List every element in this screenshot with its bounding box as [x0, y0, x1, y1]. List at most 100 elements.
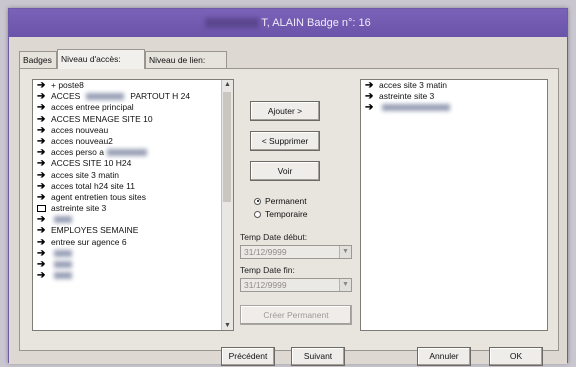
scroll-down-icon[interactable]: ▼ — [224, 322, 231, 329]
tab-access-level[interactable]: Niveau d'accès: — [57, 49, 145, 69]
arrow-right-icon: ➔ — [365, 91, 374, 103]
tab-panel: ➔ + poste8 ➔ ACCES PARTOUT H 24 ➔ acces entree… — [19, 68, 559, 351]
arrow-right-icon: ➔ — [37, 214, 46, 226]
tab-link-level[interactable]: Niveau de lien: — [145, 51, 227, 68]
assigned-access-list[interactable]: ➔ acces site 3 matin ➔ astreinte site 3 ➔ — [360, 79, 548, 331]
redacted-text — [86, 93, 125, 101]
list-item[interactable]: ➔ acces site 3 matin — [361, 80, 547, 91]
radio-selected-icon — [254, 197, 261, 205]
arrow-right-icon: ➔ — [37, 124, 46, 136]
list-item-label: + poste8 — [51, 80, 84, 90]
tab-badges[interactable]: Badges — [19, 51, 57, 68]
chevron-down-icon[interactable]: ▼ — [339, 246, 351, 258]
scroll-thumb[interactable] — [223, 92, 231, 202]
scroll-up-icon[interactable]: ▲ — [224, 81, 231, 88]
permanent-label: Permanent — [265, 196, 307, 206]
list-item-suffix: PARTOUT H 24 — [130, 91, 191, 102]
list-item[interactable]: ➔ acces total h24 site 11 — [33, 181, 233, 192]
next-button[interactable]: Suivant — [291, 347, 345, 366]
list-item[interactable]: ➔ ACCES SITE 10 H24 — [33, 158, 233, 169]
redacted-text — [54, 249, 72, 257]
list-item-label: acces perso a — [51, 147, 104, 158]
list-item[interactable]: ➔ agent entretien tous sites — [33, 192, 233, 203]
list-item[interactable]: ➔ ACCES MENAGE SITE 10 — [33, 114, 233, 125]
cancel-button[interactable]: Annuler — [417, 347, 471, 366]
add-button[interactable]: Ajouter > — [250, 101, 320, 121]
list-item-label: ACCES SITE 10 H24 — [51, 158, 132, 169]
arrow-right-icon: ➔ — [37, 158, 46, 170]
list-item[interactable]: ➔ acces site 3 matin — [33, 170, 233, 181]
list-item-label: acces entree principal — [51, 102, 134, 113]
list-item[interactable]: ➔ — [33, 259, 233, 270]
redacted-text — [382, 104, 450, 112]
list-item-label: acces site 3 matin — [51, 169, 120, 180]
list-item[interactable]: ➔ ACCES PARTOUT H 24 — [33, 91, 233, 102]
previous-button[interactable]: Précédent — [221, 347, 275, 366]
arrow-right-icon: ➔ — [365, 80, 374, 91]
list-item[interactable]: ➔ — [33, 214, 233, 225]
title-bar: T, ALAIN Badge n°: 16 — [9, 9, 567, 37]
redacted-text — [54, 272, 72, 280]
list-item[interactable]: ➔ — [361, 102, 547, 113]
list-item-label: astreinte site 3 — [379, 91, 435, 102]
list-item[interactable]: ➔ — [33, 270, 233, 281]
list-item[interactable]: ➔ EMPLOYES SEMAINE — [33, 225, 233, 236]
window-title: T, ALAIN Badge n°: 16 — [261, 17, 371, 29]
redacted-text — [54, 261, 72, 269]
view-button[interactable]: Voir — [250, 161, 320, 181]
arrow-right-icon: ➔ — [37, 259, 46, 270]
make-permanent-button[interactable]: Créer Permanent — [240, 305, 352, 325]
temp-start-select[interactable]: 31/12/9999 ▼ — [240, 245, 352, 259]
box-icon — [37, 205, 46, 213]
permanent-radio[interactable]: Permanent — [254, 196, 307, 206]
list-item-label: EMPLOYES SEMAINE — [51, 225, 139, 236]
badge-dialog: T, ALAIN Badge n°: 16 Badges Niveau d'ac… — [8, 8, 568, 366]
arrow-right-icon: ➔ — [37, 147, 46, 159]
arrow-right-icon: ➔ — [37, 270, 46, 282]
temp-end-label: Temp Date fin: — [240, 265, 295, 275]
list-item-label: acces nouveau — [51, 124, 109, 135]
list-item[interactable]: ➔ acces perso a — [33, 147, 233, 158]
list-item-label: acces site 3 matin — [379, 80, 448, 90]
available-access-list[interactable]: ➔ + poste8 ➔ ACCES PARTOUT H 24 ➔ acces entree… — [32, 79, 234, 331]
arrow-right-icon: ➔ — [37, 180, 46, 192]
list-item-label: acces total h24 site 11 — [51, 180, 135, 191]
remove-button[interactable]: < Supprimer — [250, 131, 320, 151]
assigned-items: ➔ acces site 3 matin ➔ astreinte site 3 ➔ — [361, 80, 547, 114]
list-item[interactable]: ➔ acces entree principal — [33, 102, 233, 113]
list-item-label: entree sur agence 6 — [51, 236, 127, 247]
list-item-label: ACCES — [51, 91, 81, 102]
temp-start-value: 31/12/9999 — [244, 247, 287, 257]
available-list-scrollbar[interactable]: ▲ ▼ — [221, 80, 233, 330]
list-item[interactable]: astreinte site 3 — [33, 203, 233, 214]
temp-end-value: 31/12/9999 — [244, 280, 287, 290]
ok-button[interactable]: OK — [489, 347, 543, 366]
temporary-label: Temporaire — [265, 209, 308, 219]
list-item[interactable]: ➔ acces nouveau2 — [33, 136, 233, 147]
list-item-label: ACCES MENAGE SITE 10 — [51, 113, 153, 124]
arrow-right-icon: ➔ — [365, 102, 374, 114]
arrow-right-icon: ➔ — [37, 102, 46, 114]
available-items: ➔ + poste8 ➔ ACCES PARTOUT H 24 ➔ acces entree… — [33, 80, 233, 281]
list-item-label: acces nouveau2 — [51, 135, 113, 146]
radio-unselected-icon — [254, 210, 261, 218]
arrow-right-icon: ➔ — [37, 135, 46, 147]
temp-end-select[interactable]: 31/12/9999 ▼ — [240, 278, 352, 292]
list-item[interactable]: ➔ entree sur agence 6 — [33, 237, 233, 248]
list-item-label: agent entretien tous sites — [51, 191, 146, 202]
list-item[interactable]: ➔ — [33, 248, 233, 259]
list-item[interactable]: ➔ acces nouveau — [33, 125, 233, 136]
arrow-right-icon: ➔ — [37, 247, 46, 259]
temp-start-label: Temp Date début: — [240, 232, 308, 242]
list-item[interactable]: ➔ astreinte site 3 — [361, 91, 547, 102]
arrow-right-icon: ➔ — [37, 225, 46, 237]
arrow-right-icon: ➔ — [37, 91, 46, 103]
chevron-down-icon[interactable]: ▼ — [339, 279, 351, 291]
list-item[interactable]: ➔ + poste8 — [33, 80, 233, 91]
arrow-right-icon: ➔ — [37, 236, 46, 248]
temporary-radio[interactable]: Temporaire — [254, 209, 308, 219]
arrow-right-icon: ➔ — [37, 80, 46, 91]
redacted-text — [106, 149, 147, 157]
arrow-right-icon: ➔ — [37, 113, 46, 125]
redacted-text — [54, 216, 72, 224]
